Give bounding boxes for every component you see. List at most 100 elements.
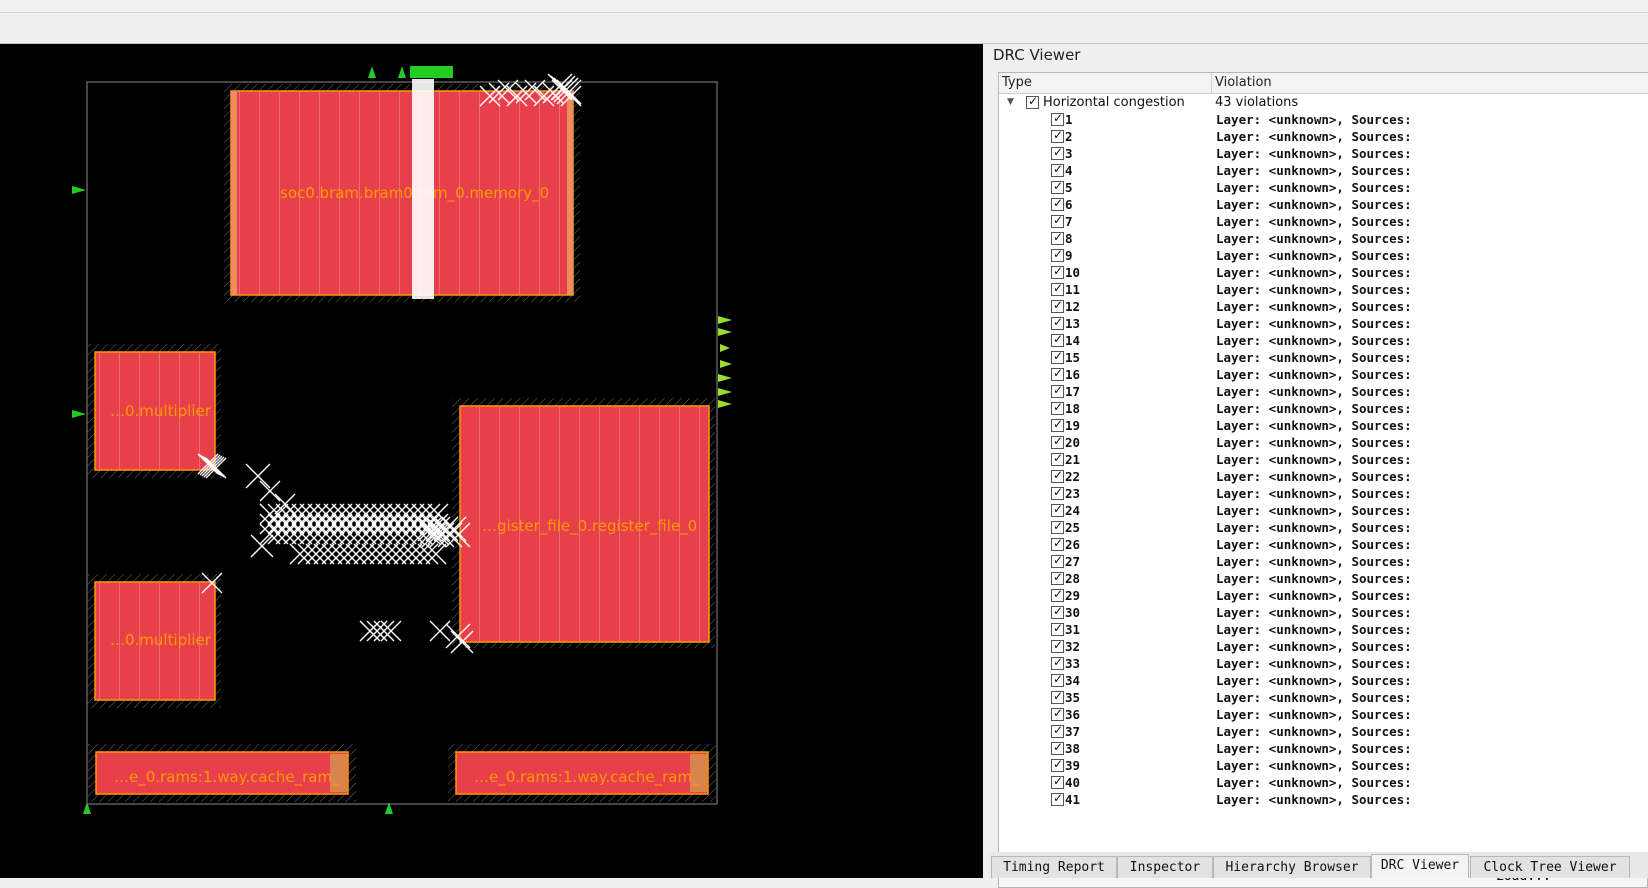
violation-tree[interactable]: Type Violation ▼ Horizontal congestion 4… [998, 72, 1648, 857]
violation-row[interactable]: 26 Layer: <unknown>, Sources: [999, 535, 1648, 553]
violation-checkbox[interactable] [1051, 144, 1064, 161]
violation-row[interactable]: 35 Layer: <unknown>, Sources: [999, 688, 1648, 706]
violation-row[interactable]: 40 Layer: <unknown>, Sources: [999, 773, 1648, 791]
violation-detail: Layer: <unknown>, Sources: [1216, 214, 1412, 229]
violation-checkbox[interactable] [1051, 433, 1064, 450]
violation-row[interactable]: 4 Layer: <unknown>, Sources: [999, 161, 1648, 179]
violation-checkbox[interactable] [1051, 178, 1064, 195]
violation-row[interactable]: 16 Layer: <unknown>, Sources: [999, 365, 1648, 383]
violation-row[interactable]: 12 Layer: <unknown>, Sources: [999, 297, 1648, 315]
tab-hierarchy-browser[interactable]: Hierarchy Browser [1213, 856, 1371, 878]
violation-checkbox[interactable] [1051, 535, 1064, 552]
violation-checkbox[interactable] [1051, 110, 1064, 127]
violation-row[interactable]: 1 Layer: <unknown>, Sources: [999, 110, 1648, 128]
column-header-type[interactable]: Type [1002, 75, 1032, 90]
violation-row[interactable]: 21 Layer: <unknown>, Sources: [999, 450, 1648, 468]
violation-row[interactable]: 34 Layer: <unknown>, Sources: [999, 671, 1648, 689]
violation-checkbox[interactable] [1051, 263, 1064, 280]
violation-row[interactable]: 5 Layer: <unknown>, Sources: [999, 178, 1648, 196]
violation-checkbox[interactable] [1051, 705, 1064, 722]
violation-checkbox[interactable] [1051, 569, 1064, 586]
column-separator[interactable] [1211, 73, 1212, 93]
violation-row[interactable]: 10 Layer: <unknown>, Sources: [999, 263, 1648, 281]
violation-row[interactable]: 2 Layer: <unknown>, Sources: [999, 127, 1648, 145]
violation-row[interactable]: 17 Layer: <unknown>, Sources: [999, 382, 1648, 400]
violation-checkbox[interactable] [1051, 586, 1064, 603]
violation-checkbox[interactable] [1051, 467, 1064, 484]
violation-checkbox[interactable] [1051, 297, 1064, 314]
violation-row[interactable]: 24 Layer: <unknown>, Sources: [999, 501, 1648, 519]
violation-row[interactable]: 28 Layer: <unknown>, Sources: [999, 569, 1648, 587]
violation-checkbox[interactable] [1051, 790, 1064, 807]
violation-checkbox[interactable] [1051, 399, 1064, 416]
violation-checkbox[interactable] [1051, 280, 1064, 297]
violation-row[interactable]: 37 Layer: <unknown>, Sources: [999, 722, 1648, 740]
violation-row[interactable]: 32 Layer: <unknown>, Sources: [999, 637, 1648, 655]
violation-checkbox[interactable] [1051, 688, 1064, 705]
tab-timing-report[interactable]: Timing Report [991, 856, 1117, 878]
violation-row[interactable]: 15 Layer: <unknown>, Sources: [999, 348, 1648, 366]
violation-checkbox[interactable] [1051, 620, 1064, 637]
violation-checkbox[interactable] [1051, 518, 1064, 535]
violation-row[interactable]: 25 Layer: <unknown>, Sources: [999, 518, 1648, 536]
violation-checkbox[interactable] [1051, 382, 1064, 399]
violation-row[interactable]: 18 Layer: <unknown>, Sources: [999, 399, 1648, 417]
violation-row[interactable]: 33 Layer: <unknown>, Sources: [999, 654, 1648, 672]
violation-checkbox[interactable] [1051, 739, 1064, 756]
tab-inspector[interactable]: Inspector [1117, 856, 1213, 878]
violation-checkbox[interactable] [1051, 722, 1064, 739]
violation-checkbox[interactable] [1051, 127, 1064, 144]
violation-checkbox[interactable] [1051, 246, 1064, 263]
violation-checkbox[interactable] [1051, 314, 1064, 331]
violation-checkbox[interactable] [1051, 501, 1064, 518]
violation-checkbox[interactable] [1051, 365, 1064, 382]
violation-checkbox[interactable] [1051, 229, 1064, 246]
violation-row[interactable]: 23 Layer: <unknown>, Sources: [999, 484, 1648, 502]
column-header-violation[interactable]: Violation [1215, 75, 1272, 90]
layout-viewer[interactable]: soc0.bram.bram0.ram_0.memory_0 …0.multip… [0, 44, 983, 878]
violation-checkbox[interactable] [1051, 195, 1064, 212]
congestion-x-marker [339, 503, 361, 525]
violation-checkbox[interactable] [1051, 756, 1064, 773]
violation-row[interactable]: 39 Layer: <unknown>, Sources: [999, 756, 1648, 774]
violation-checkbox[interactable] [1051, 603, 1064, 620]
violation-row[interactable]: 13 Layer: <unknown>, Sources: [999, 314, 1648, 332]
violation-row[interactable]: 9 Layer: <unknown>, Sources: [999, 246, 1648, 264]
group-checkbox[interactable] [1026, 93, 1039, 110]
violation-row[interactable]: 8 Layer: <unknown>, Sources: [999, 229, 1648, 247]
violation-row[interactable]: 29 Layer: <unknown>, Sources: [999, 586, 1648, 604]
violation-checkbox[interactable] [1051, 773, 1064, 790]
violation-checkbox[interactable] [1051, 348, 1064, 365]
violation-checkbox[interactable] [1051, 212, 1064, 229]
violation-detail: Layer: <unknown>, Sources: [1216, 265, 1412, 280]
group-row[interactable]: ▼ Horizontal congestion 43 violations [999, 93, 1648, 111]
violation-checkbox[interactable] [1051, 450, 1064, 467]
violation-row[interactable]: 41 Layer: <unknown>, Sources: [999, 790, 1648, 808]
violation-row[interactable]: 20 Layer: <unknown>, Sources: [999, 433, 1648, 451]
violation-checkbox[interactable] [1051, 637, 1064, 654]
tab-drc-viewer[interactable]: DRC Viewer [1371, 854, 1469, 878]
violation-row[interactable]: 19 Layer: <unknown>, Sources: [999, 416, 1648, 434]
expand-arrow-icon[interactable]: ▼ [1007, 94, 1014, 111]
violation-checkbox[interactable] [1051, 161, 1064, 178]
violation-row[interactable]: 38 Layer: <unknown>, Sources: [999, 739, 1648, 757]
violation-row[interactable]: 6 Layer: <unknown>, Sources: [999, 195, 1648, 213]
violation-checkbox[interactable] [1051, 654, 1064, 671]
violation-checkbox[interactable] [1051, 552, 1064, 569]
violation-row[interactable]: 3 Layer: <unknown>, Sources: [999, 144, 1648, 162]
violation-row[interactable]: 7 Layer: <unknown>, Sources: [999, 212, 1648, 230]
violation-detail: Layer: <unknown>, Sources: [1216, 367, 1412, 382]
violation-checkbox[interactable] [1051, 671, 1064, 688]
violation-checkbox[interactable] [1051, 484, 1064, 501]
violation-checkbox[interactable] [1051, 416, 1064, 433]
tab-clock-tree-viewer[interactable]: Clock Tree Viewer [1470, 856, 1630, 878]
violation-row[interactable]: 27 Layer: <unknown>, Sources: [999, 552, 1648, 570]
layout-canvas[interactable]: soc0.bram.bram0.ram_0.memory_0 …0.multip… [0, 44, 983, 878]
violation-row[interactable]: 22 Layer: <unknown>, Sources: [999, 467, 1648, 485]
violation-row[interactable]: 14 Layer: <unknown>, Sources: [999, 331, 1648, 349]
violation-row[interactable]: 11 Layer: <unknown>, Sources: [999, 280, 1648, 298]
violation-checkbox[interactable] [1051, 331, 1064, 348]
violation-row[interactable]: 30 Layer: <unknown>, Sources: [999, 603, 1648, 621]
violation-row[interactable]: 36 Layer: <unknown>, Sources: [999, 705, 1648, 723]
violation-row[interactable]: 31 Layer: <unknown>, Sources: [999, 620, 1648, 638]
